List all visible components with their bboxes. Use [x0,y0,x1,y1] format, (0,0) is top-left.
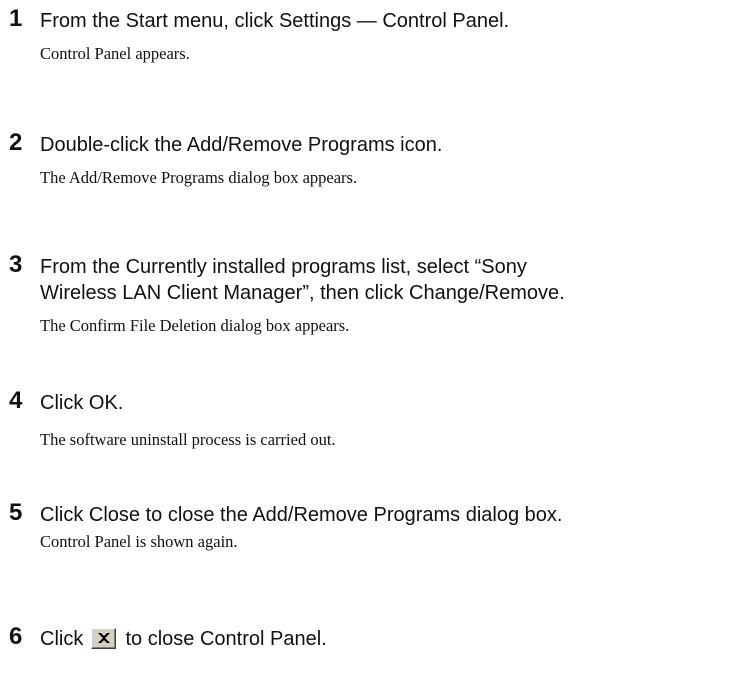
step-result: The Add/Remove Programs dialog box appea… [40,168,358,187]
step-instruction-text: to close Control Panel. [125,628,327,650]
x-glyph-icon [97,633,110,643]
step-instruction: From the Currently installed programs li… [40,254,752,306]
step-instruction: Click OK. [40,392,124,414]
step-result: Control Panel is shown again. [40,532,238,551]
step-number: 3 [9,251,23,278]
instruction-document: 1 From the Start menu, click Settings — … [0,0,756,680]
step-instruction: Double-click the Add/Remove Programs ico… [40,134,443,156]
step-number: 2 [9,129,23,156]
step-instruction: From the Start menu, click Settings — Co… [40,10,510,32]
step-number: 4 [9,387,23,414]
step-number: 6 [9,623,23,650]
step-result: Control Panel appears. [40,44,190,63]
step-instruction-line: Wireless LAN Client Manager”, then click… [40,282,565,304]
step-number: 1 [9,5,23,32]
step-instruction-line: From the Currently installed programs li… [40,256,527,278]
step-result: The Confirm File Deletion dialog box app… [40,316,350,335]
step-instruction: Click to close Control Panel. [40,626,752,652]
step-instruction-text: Click [40,628,84,650]
close-window-x-icon [90,628,116,649]
step-number: 5 [9,499,23,526]
step-result: The software uninstall process is carrie… [40,430,336,449]
step-instruction: Click Close to close the Add/Remove Prog… [40,504,563,526]
